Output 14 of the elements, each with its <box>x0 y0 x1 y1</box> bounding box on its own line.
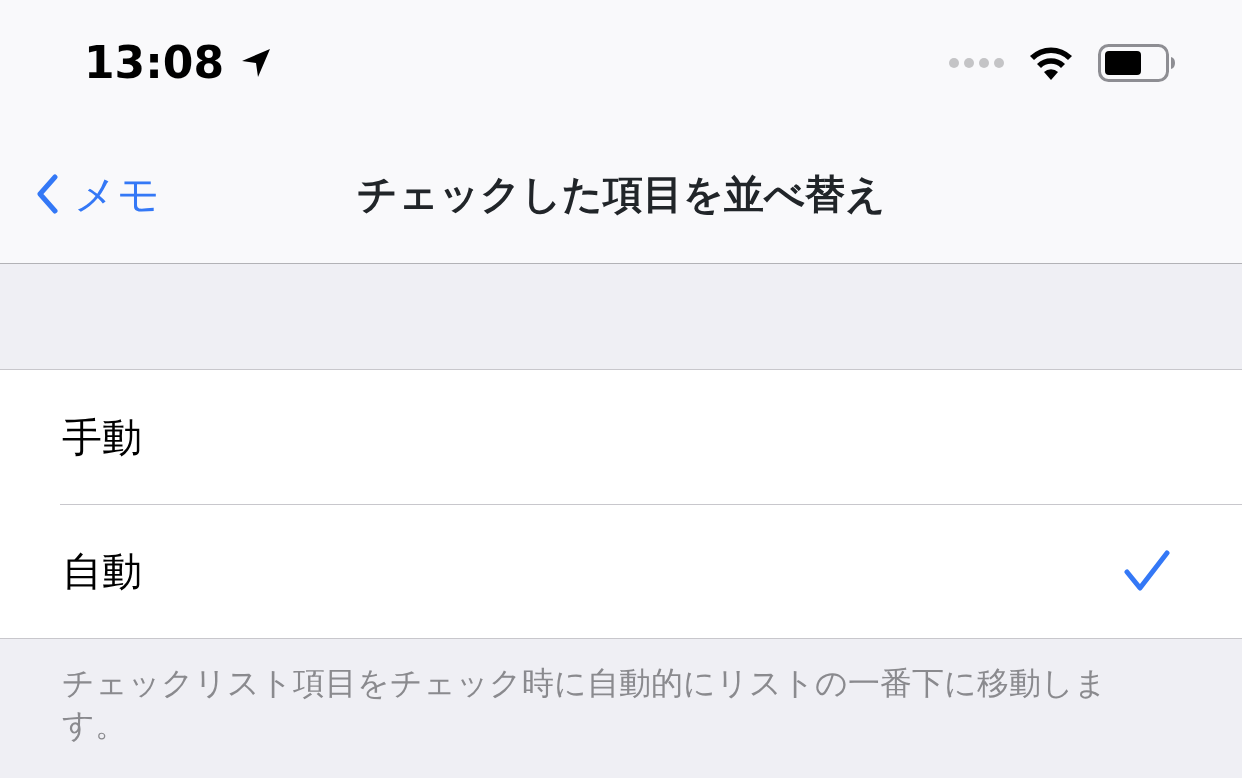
chevron-left-icon <box>36 174 58 214</box>
battery-icon <box>1098 43 1176 82</box>
location-arrow-icon <box>240 46 273 79</box>
option-label: 自動 <box>62 547 142 596</box>
wifi-icon <box>1028 45 1074 80</box>
status-time: 13:08 <box>84 35 225 90</box>
option-row[interactable]: 自動 <box>0 504 1242 638</box>
signal-icon <box>948 56 1004 69</box>
option-row[interactable]: 手動 <box>0 370 1242 504</box>
footer-note: チェックリスト項目をチェック時に自動的にリストの一番下に移動します。 <box>62 664 1107 744</box>
back-button[interactable]: メモ <box>0 162 160 226</box>
checkmark-icon <box>1124 550 1170 592</box>
page-title: チェックした項目を並べ替え <box>356 171 886 217</box>
option-label: 手動 <box>62 413 142 462</box>
